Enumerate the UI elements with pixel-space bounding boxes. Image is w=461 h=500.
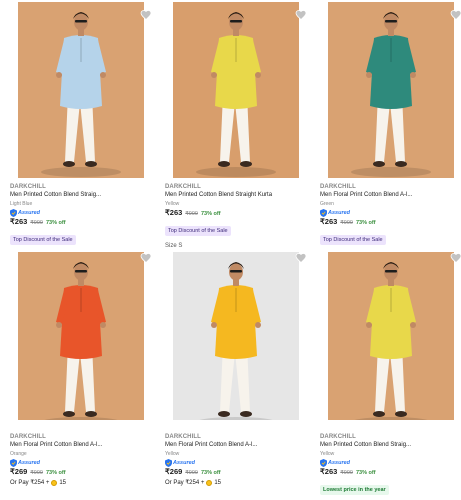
- heart-icon[interactable]: [140, 251, 152, 264]
- original-price: ₹999: [340, 220, 353, 226]
- product-color: Yellow: [165, 451, 180, 457]
- shield-icon: [165, 458, 172, 467]
- product-image[interactable]: [328, 2, 454, 178]
- discount-label: 73% off: [45, 470, 66, 476]
- product-info: DARKCHILL Men Floral Print Cotton Blend A…: [165, 433, 311, 488]
- discount-label: 73% off: [45, 220, 66, 226]
- brand-name: DARKCHILL: [320, 434, 356, 440]
- product-info: DARKCHILL Men Printed Cotton Blend Straig…: [165, 183, 311, 237]
- product-grid: DARKCHILL Men Printed Cotton Blend Straig…: [0, 0, 461, 500]
- discount-label: 73% off: [200, 470, 221, 476]
- brand-name: DARKCHILL: [10, 184, 46, 190]
- heart-icon[interactable]: [140, 8, 152, 21]
- assured-badge: Assured: [320, 458, 461, 467]
- assured-label: Assured: [328, 459, 351, 466]
- product-title[interactable]: Men Printed Cotton Blend Straight Kurta: [165, 191, 311, 200]
- size-label: Size S: [165, 243, 183, 249]
- product-image[interactable]: [173, 2, 299, 178]
- offer-badge: Top Discount of the Sale: [10, 235, 76, 245]
- product-image[interactable]: [18, 2, 144, 178]
- brand-name: DARKCHILL: [165, 184, 201, 190]
- product-title[interactable]: Men Printed Cotton Blend Straig...: [10, 191, 156, 200]
- brand-name: DARKCHILL: [320, 184, 356, 190]
- discount-label: 73% off: [200, 211, 221, 217]
- product-title[interactable]: Men Floral Print Cotton Blend A-l...: [165, 441, 311, 450]
- selling-price: ₹263: [320, 217, 338, 226]
- price-row: ₹263 ₹999 73% off: [10, 217, 156, 228]
- product-color: Green: [320, 201, 334, 207]
- assured-label: Assured: [173, 459, 196, 466]
- selling-price: ₹263: [165, 208, 183, 217]
- selling-price: ₹263: [10, 217, 28, 226]
- product-image[interactable]: [173, 252, 299, 420]
- pay-with-coins: Or Pay ₹254 + 15: [10, 478, 156, 488]
- heart-icon[interactable]: [450, 8, 461, 21]
- shield-icon: [320, 458, 327, 467]
- selling-price: ₹269: [165, 467, 183, 476]
- shield-icon: [10, 458, 17, 467]
- selling-price: ₹263: [320, 467, 338, 476]
- price-row: ₹263 ₹999 73% off: [320, 467, 461, 478]
- coin-count: 15: [59, 480, 67, 486]
- assured-badge: Assured: [10, 208, 156, 217]
- assured-label: Assured: [18, 459, 41, 466]
- original-price: ₹999: [185, 470, 198, 476]
- product-color: Yellow: [165, 201, 180, 207]
- offer-badge: Lowest price in the year: [320, 485, 389, 495]
- price-row: ₹263 ₹999 73% off: [320, 217, 461, 228]
- original-price: ₹999: [30, 470, 43, 476]
- product-image[interactable]: [328, 252, 454, 420]
- assured-badge: Assured: [320, 208, 461, 217]
- product-title[interactable]: Men Floral Print Cotton Blend A-l...: [320, 191, 461, 200]
- original-price: ₹999: [185, 211, 198, 217]
- product-color: Light Blue: [10, 201, 33, 207]
- brand-name: DARKCHILL: [165, 434, 201, 440]
- original-price: ₹999: [30, 220, 43, 226]
- assured-badge: Assured: [10, 458, 156, 467]
- pay-text: Or Pay ₹254 +: [10, 480, 50, 486]
- product-info: DARKCHILL Men Printed Cotton Blend Straig…: [10, 183, 156, 246]
- assured-badge: Assured: [165, 458, 311, 467]
- product-color: Orange: [10, 451, 27, 457]
- coin-count: 15: [214, 480, 222, 486]
- selling-price: ₹269: [10, 467, 28, 476]
- discount-label: 73% off: [355, 470, 376, 476]
- discount-label: 73% off: [355, 220, 376, 226]
- product-title[interactable]: Men Floral Print Cotton Blend A-l...: [10, 441, 156, 450]
- shield-icon: [10, 208, 17, 217]
- assured-label: Assured: [328, 209, 351, 216]
- pay-text: Or Pay ₹254 +: [165, 480, 205, 486]
- product-info: DARKCHILL Men Floral Print Cotton Blend A…: [10, 433, 156, 488]
- product-info: DARKCHILL Men Printed Cotton Blend Straig…: [320, 433, 461, 496]
- coin-icon: [206, 480, 213, 486]
- price-row: ₹269 ₹999 73% off: [10, 467, 156, 478]
- brand-name: DARKCHILL: [10, 434, 46, 440]
- assured-label: Assured: [18, 209, 41, 216]
- price-row: ₹263 ₹999 73% off: [165, 208, 311, 219]
- product-image[interactable]: [18, 252, 144, 420]
- offer-badge: Top Discount of the Sale: [165, 226, 231, 236]
- offer-badge: Top Discount of the Sale: [320, 235, 386, 245]
- original-price: ₹999: [340, 470, 353, 476]
- heart-icon[interactable]: [295, 8, 307, 21]
- pay-with-coins: Or Pay ₹254 + 15: [165, 478, 311, 488]
- coin-icon: [51, 480, 58, 486]
- product-color: Yellow: [320, 451, 335, 457]
- product-title[interactable]: Men Printed Cotton Blend Straig...: [320, 441, 461, 450]
- heart-icon[interactable]: [295, 251, 307, 264]
- heart-icon[interactable]: [450, 251, 461, 264]
- shield-icon: [320, 208, 327, 217]
- product-info: DARKCHILL Men Floral Print Cotton Blend A…: [320, 183, 461, 246]
- price-row: ₹269 ₹999 73% off: [165, 467, 311, 478]
